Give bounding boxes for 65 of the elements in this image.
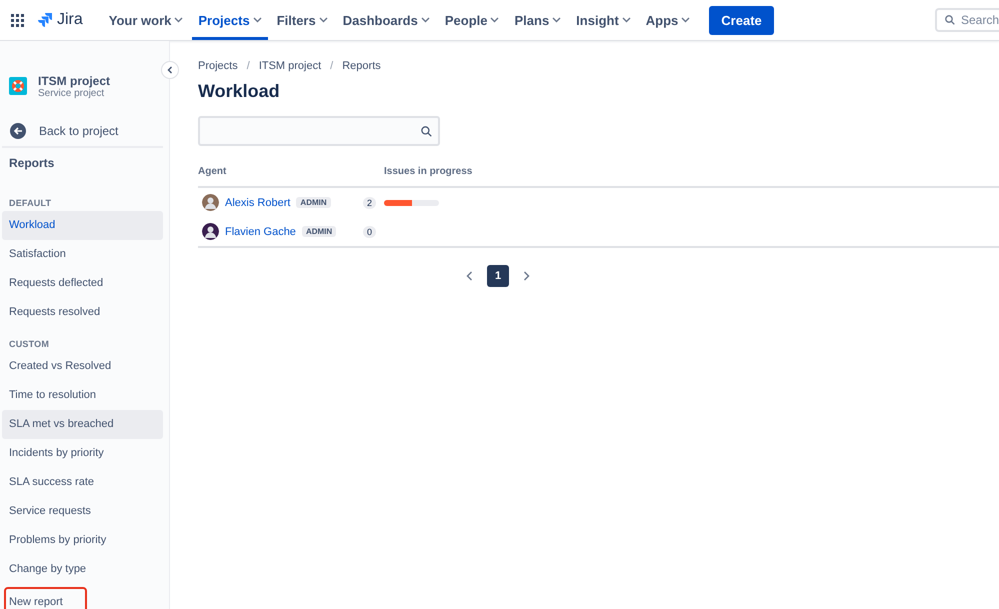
sidebar-item[interactable]: Change by type bbox=[2, 555, 163, 584]
breadcrumb-separator: / bbox=[246, 60, 251, 72]
nav-menu[interactable]: Dashboards bbox=[336, 0, 436, 40]
nav-menu[interactable]: Plans bbox=[508, 0, 568, 40]
sidebar-item[interactable]: SLA met vs breached bbox=[2, 410, 163, 439]
caret-icon bbox=[318, 17, 328, 23]
search-field[interactable]: Search bbox=[935, 8, 999, 32]
project-type: Service project bbox=[38, 88, 104, 98]
app-switcher-icon[interactable] bbox=[11, 14, 24, 26]
nav-menu[interactable]: Apps bbox=[640, 0, 696, 40]
column-header: Issues in progress bbox=[384, 166, 472, 179]
back-link[interactable]: Back to project bbox=[39, 124, 118, 138]
create-button[interactable]: Create bbox=[709, 6, 774, 34]
sidebar-item[interactable]: Time to resolution bbox=[2, 381, 163, 410]
nav-menu[interactable]: Insight bbox=[570, 0, 637, 40]
nav-menu[interactable]: People bbox=[438, 0, 506, 40]
nav-menu[interactable]: Projects bbox=[192, 0, 268, 40]
sidebar-item[interactable]: SLA success rate bbox=[2, 468, 163, 497]
sidebar-item[interactable]: Incidents by priority bbox=[2, 439, 163, 468]
agent-link[interactable]: Alexis Robert bbox=[225, 196, 290, 208]
search-field[interactable] bbox=[198, 116, 440, 146]
agent-link[interactable]: Flavien Gache bbox=[225, 226, 296, 238]
count-badge: 2 bbox=[362, 196, 376, 208]
breadcrumb-link[interactable]: Projects bbox=[198, 60, 238, 72]
search-icon bbox=[945, 15, 955, 25]
caret-icon bbox=[490, 17, 500, 23]
sidebar-item[interactable]: Workload bbox=[2, 211, 163, 240]
page-button[interactable]: 1 bbox=[487, 265, 509, 287]
logo-icon bbox=[37, 12, 53, 28]
nav-menu[interactable]: Your work bbox=[102, 0, 190, 40]
lifebuoy-icon bbox=[9, 77, 27, 95]
breadcrumb-separator: / bbox=[329, 60, 334, 72]
sidebar-title: Reports bbox=[8, 155, 56, 172]
caret-icon bbox=[174, 17, 184, 23]
project-name: ITSM project bbox=[38, 74, 110, 88]
search-icon bbox=[421, 126, 432, 136]
count-badge: 0 bbox=[362, 226, 376, 238]
column-header: Agent bbox=[198, 166, 228, 179]
logo-text[interactable]: Jira bbox=[57, 11, 83, 29]
caret-icon bbox=[420, 17, 430, 23]
sidebar-item[interactable]: New report bbox=[5, 588, 86, 609]
breadcrumb-link[interactable]: Reports bbox=[342, 60, 381, 72]
sidebar-item[interactable]: Problems by priority bbox=[2, 526, 163, 555]
sidebar-item[interactable]: Requests resolved bbox=[2, 298, 163, 327]
nav-menu[interactable]: Filters bbox=[270, 0, 334, 40]
chevron-left-icon bbox=[167, 66, 173, 74]
avatar-icon bbox=[202, 194, 219, 211]
section-heading: DEFAULT bbox=[8, 197, 52, 210]
caret-icon bbox=[622, 17, 631, 23]
caret-icon bbox=[681, 17, 690, 23]
sidebar-item[interactable]: Satisfaction bbox=[2, 240, 163, 269]
caret-icon bbox=[552, 17, 562, 23]
section-heading: CUSTOM bbox=[8, 338, 50, 351]
chevron-right-icon bbox=[523, 271, 530, 281]
sidebar-item[interactable]: Requests deflected bbox=[2, 269, 163, 298]
caret-icon bbox=[252, 17, 262, 23]
role-badge: ADMIN bbox=[296, 197, 331, 208]
sidebar-item[interactable]: Created vs Resolved bbox=[2, 352, 163, 381]
chevron-left-icon bbox=[466, 271, 473, 281]
breadcrumb-link[interactable]: ITSM project bbox=[258, 60, 322, 72]
sidebar-item[interactable]: Service requests bbox=[2, 497, 163, 526]
collapse-button[interactable] bbox=[161, 61, 179, 79]
role-badge: ADMIN bbox=[302, 226, 336, 237]
avatar-icon bbox=[202, 223, 219, 240]
page-title: Workload bbox=[198, 81, 281, 102]
